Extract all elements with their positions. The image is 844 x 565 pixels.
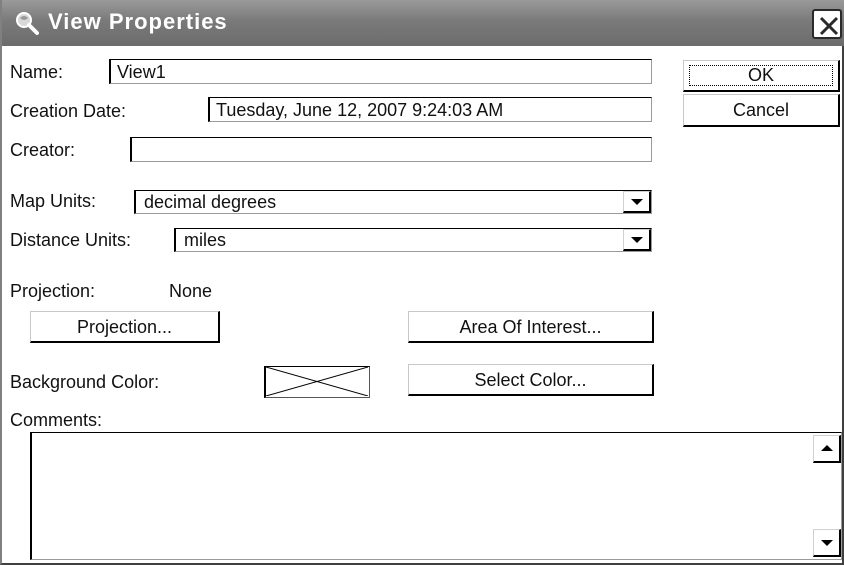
close-icon [819,16,839,36]
scroll-up-icon [821,445,833,451]
creator-field[interactable] [130,137,652,162]
creator-label: Creator: [10,140,76,160]
comments-textarea[interactable] [30,432,842,560]
distance-units-dropdown-button[interactable] [623,229,651,251]
scroll-down-button[interactable] [813,529,841,557]
background-color-label: Background Color: [10,372,160,392]
map-units-value: decimal degrees [144,192,277,212]
map-units-select[interactable]: decimal degrees [134,190,652,214]
projection-label: Projection: [10,281,96,301]
chevron-down-icon [631,199,643,205]
select-color-button[interactable]: Select Color... [408,364,654,396]
map-units-label: Map Units: [10,191,97,211]
comments-scrollbar[interactable] [811,433,841,559]
name-field[interactable]: View1 [109,59,652,84]
creation-date-label: Creation Date: [10,101,127,121]
projection-button[interactable]: Projection... [30,311,220,343]
window-title: View Properties [48,9,228,34]
title-bar[interactable]: View Properties [2,0,844,46]
background-color-swatch [264,366,370,398]
creation-date-field: Tuesday, June 12, 2007 9:24:03 AM [208,97,652,122]
comments-label: Comments: [10,410,103,430]
name-label: Name: [10,62,64,82]
chevron-down-icon [631,237,643,243]
close-button[interactable] [812,9,842,39]
projection-value: None [169,281,213,301]
scroll-up-button[interactable] [813,435,841,463]
ok-button[interactable]: OK [683,60,840,92]
view-properties-dialog: View Properties Name: View1 Creation Dat… [0,0,844,565]
distance-units-select[interactable]: miles [174,228,652,252]
projection-button-label: Projection... [76,317,173,337]
map-units-dropdown-button[interactable] [623,191,651,213]
distance-units-value: miles [184,230,227,250]
cancel-button-label: Cancel [732,100,790,120]
focus-rectangle [689,65,833,86]
cancel-button[interactable]: Cancel [683,94,840,127]
distance-units-label: Distance Units: [10,230,132,250]
no-color-cross-icon [266,367,368,396]
area-of-interest-button[interactable]: Area Of Interest... [408,311,654,343]
scroll-down-icon [821,540,833,546]
select-color-button-label: Select Color... [474,370,587,390]
magnifier-globe-icon [14,10,40,36]
area-of-interest-button-label: Area Of Interest... [459,317,602,337]
